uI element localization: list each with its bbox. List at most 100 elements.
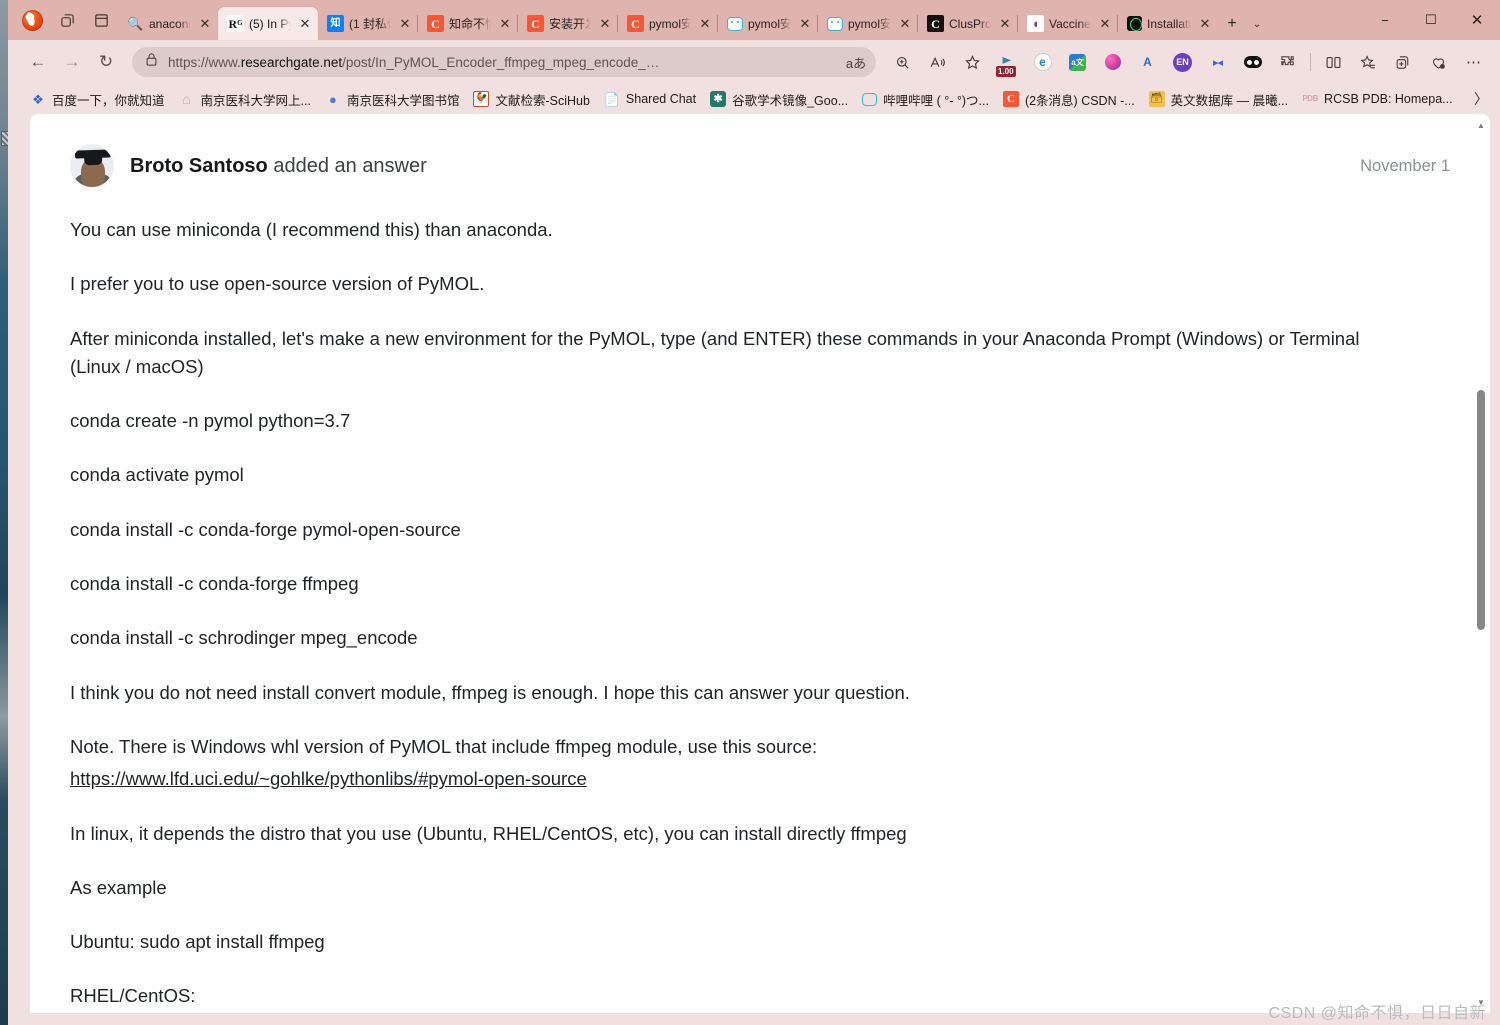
- pymol-wheel-link[interactable]: https://www.lfd.uci.edu/~gohlke/pythonli…: [70, 768, 587, 789]
- tab-csdn-2[interactable]: C 安装开发 ✕: [517, 7, 618, 40]
- tab-actions-icon[interactable]: [50, 0, 84, 40]
- bookmark-shared-chat[interactable]: 📄 Shared Chat: [598, 88, 702, 110]
- close-icon[interactable]: ✕: [896, 15, 914, 33]
- close-icon[interactable]: ✕: [1096, 15, 1114, 33]
- bookmark-njmu-library[interactable]: ● 南京医科大学图书馆: [319, 87, 466, 112]
- url-prefix: https://www.: [168, 54, 241, 70]
- answer-paragraph: As example: [70, 876, 167, 898]
- page-content: Broto Santoso added an answer November 1…: [30, 114, 1490, 1013]
- bilibili-icon: [862, 92, 878, 106]
- close-icon[interactable]: ✕: [296, 15, 314, 33]
- tab-label: pymol安装: [649, 17, 691, 31]
- close-icon[interactable]: ✕: [1196, 15, 1214, 33]
- tab-researchgate[interactable]: RG (5) In PyMOL Encoder ✕: [218, 7, 318, 40]
- reading-mode-icon[interactable]: aあ: [844, 53, 868, 72]
- arrows-extension-icon[interactable]: ▸◂: [1201, 46, 1234, 78]
- bookmark-label: 哔哩哔哩 ( °- °)つ...: [883, 93, 989, 108]
- snipaste-extension-icon[interactable]: 1.00: [991, 46, 1024, 78]
- baidu-icon: ❖: [32, 91, 44, 107]
- bookmark-label: 南京医科大学网上...: [200, 93, 311, 108]
- new-tab-button[interactable]: +: [1218, 8, 1246, 40]
- answer-paragraph: RHEL/CentOS:: [70, 985, 196, 1007]
- page-viewport: Broto Santoso added an answer November 1…: [8, 114, 1500, 1025]
- bilibili-icon: [727, 16, 743, 31]
- close-icon[interactable]: ✕: [496, 15, 514, 33]
- bookmark-google-scholar[interactable]: ✱ 谷歌学术镜像_Goo...: [704, 87, 854, 112]
- avatar: [70, 144, 114, 188]
- lock-icon: [144, 52, 159, 72]
- tab-installation[interactable]: Installation ✕: [1117, 7, 1218, 40]
- pdb-icon: PDB: [1302, 94, 1318, 103]
- collections-icon[interactable]: [1387, 46, 1420, 78]
- tab-csdn-1[interactable]: C 知命不惧 ✕: [417, 7, 518, 40]
- answer-command: conda activate pymol: [70, 464, 244, 486]
- add-favorite-icon[interactable]: [1352, 46, 1385, 78]
- bookmark-rcsb-pdb[interactable]: PDB RCSB PDB: Homepa...: [1296, 88, 1459, 110]
- translate-extension-icon[interactable]: a文: [1061, 46, 1094, 78]
- tab-bilibili-2[interactable]: pymol安装 2 ✕: [817, 7, 918, 40]
- close-icon[interactable]: ✕: [196, 15, 214, 33]
- english-extension-icon[interactable]: EN: [1166, 46, 1199, 78]
- scroll-up-icon[interactable]: ▲: [1474, 118, 1488, 132]
- tab-label: (5) In PyMOL Encoder: [249, 16, 291, 31]
- tab-strip: 🔍 anaconda ✕ RG (5) In PyMOL Encoder ✕ 知…: [8, 0, 1500, 40]
- answer-link-paragraph: https://www.lfd.uci.edu/~gohlke/pythonli…: [70, 765, 1400, 793]
- window-controls: − ☐ ✕: [1362, 0, 1500, 40]
- tab-cluspro[interactable]: C ClusPro ✕: [917, 7, 1018, 40]
- bookmark-label: 谷歌学术镜像_Goo...: [732, 93, 849, 108]
- address-bar[interactable]: https://www.researchgate.net/post/In_PyM…: [132, 47, 876, 77]
- zoom-icon[interactable]: [886, 46, 919, 78]
- reload-button[interactable]: ↻: [90, 46, 122, 78]
- favorite-star-icon[interactable]: [956, 46, 989, 78]
- answer-paragraph: I think you do not need install convert …: [70, 681, 910, 703]
- bookmark-njmu-online[interactable]: ⌂ 南京医科大学网上...: [173, 87, 317, 112]
- close-icon[interactable]: ✕: [696, 15, 714, 33]
- bookmark-label: RCSB PDB: Homepa...: [1324, 92, 1453, 106]
- az-translate-extension-icon[interactable]: A: [1131, 46, 1164, 78]
- bookmark-csdn[interactable]: C (2条消息) CSDN -...: [997, 87, 1141, 112]
- minimize-button[interactable]: −: [1362, 0, 1408, 40]
- extensions-puzzle-icon[interactable]: [1271, 46, 1304, 78]
- chevron-down-icon[interactable]: ⌄: [1246, 8, 1268, 40]
- tab-list: 🔍 anaconda ✕ RG (5) In PyMOL Encoder ✕ 知…: [118, 0, 1218, 40]
- author-name: Broto Santoso: [130, 154, 268, 177]
- browser-essentials-icon[interactable]: [1422, 46, 1455, 78]
- bookmark-label: 英文数据库 — 晨曦...: [1170, 93, 1289, 108]
- forward-button[interactable]: →: [56, 46, 88, 78]
- bookmark-baidu[interactable]: ❖ 百度一下，你就知道: [24, 87, 171, 112]
- page-scrollbar[interactable]: ▲ ▼: [1474, 118, 1488, 1009]
- maximize-button[interactable]: ☐: [1408, 0, 1454, 40]
- home-icon: ⌂: [182, 91, 191, 107]
- close-icon[interactable]: ✕: [796, 15, 814, 33]
- close-icon[interactable]: ✕: [596, 15, 614, 33]
- google-scholar-icon: ✱: [710, 91, 727, 107]
- ai-brain-extension-icon[interactable]: [1096, 46, 1129, 78]
- tab-label: ClusPro: [949, 16, 991, 31]
- settings-more-icon[interactable]: ⋯: [1457, 46, 1490, 78]
- tab-csdn-3[interactable]: C pymol安装 ✕: [617, 7, 718, 40]
- read-aloud-icon[interactable]: [921, 46, 954, 78]
- tab-anaconda[interactable]: 🔍 anaconda ✕: [118, 7, 218, 40]
- answer-action: added an answer: [267, 154, 427, 177]
- bookmark-scihub[interactable]: 🐓 文献检索-SciHub: [467, 87, 595, 112]
- tab-bilibili-1[interactable]: pymol安装 ✕: [717, 7, 818, 40]
- split-screen-icon[interactable]: [1317, 46, 1350, 78]
- vertical-tabs-icon[interactable]: [84, 0, 118, 40]
- bookmark-bilibili[interactable]: 哔哩哔哩 ( °- °)つ...: [856, 87, 995, 112]
- tab-zhihu[interactable]: 知 (1 封私信 ✕: [318, 7, 418, 40]
- close-icon[interactable]: ✕: [396, 15, 414, 33]
- edge-extension-icon[interactable]: e: [1026, 46, 1059, 78]
- scrollbar-thumb[interactable]: [1477, 390, 1485, 630]
- bookmarks-overflow-button[interactable]: 〉: [1470, 84, 1492, 114]
- tab-label: (1 封私信: [349, 17, 391, 31]
- bookmark-label: Shared Chat: [625, 92, 697, 106]
- back-button[interactable]: ←: [22, 46, 54, 78]
- eyes-extension-icon[interactable]: [1236, 46, 1269, 78]
- close-window-button[interactable]: ✕: [1454, 0, 1500, 40]
- close-icon[interactable]: ✕: [996, 15, 1014, 33]
- bookmark-english-database[interactable]: 🗃 英文数据库 — 晨曦...: [1143, 87, 1294, 112]
- csdn-icon: C: [527, 15, 544, 32]
- install-icon: [1127, 16, 1142, 31]
- tab-vaccine[interactable]: ◖ Vaccine ✕: [1017, 7, 1118, 40]
- extension-badge: 1.00: [996, 66, 1016, 77]
